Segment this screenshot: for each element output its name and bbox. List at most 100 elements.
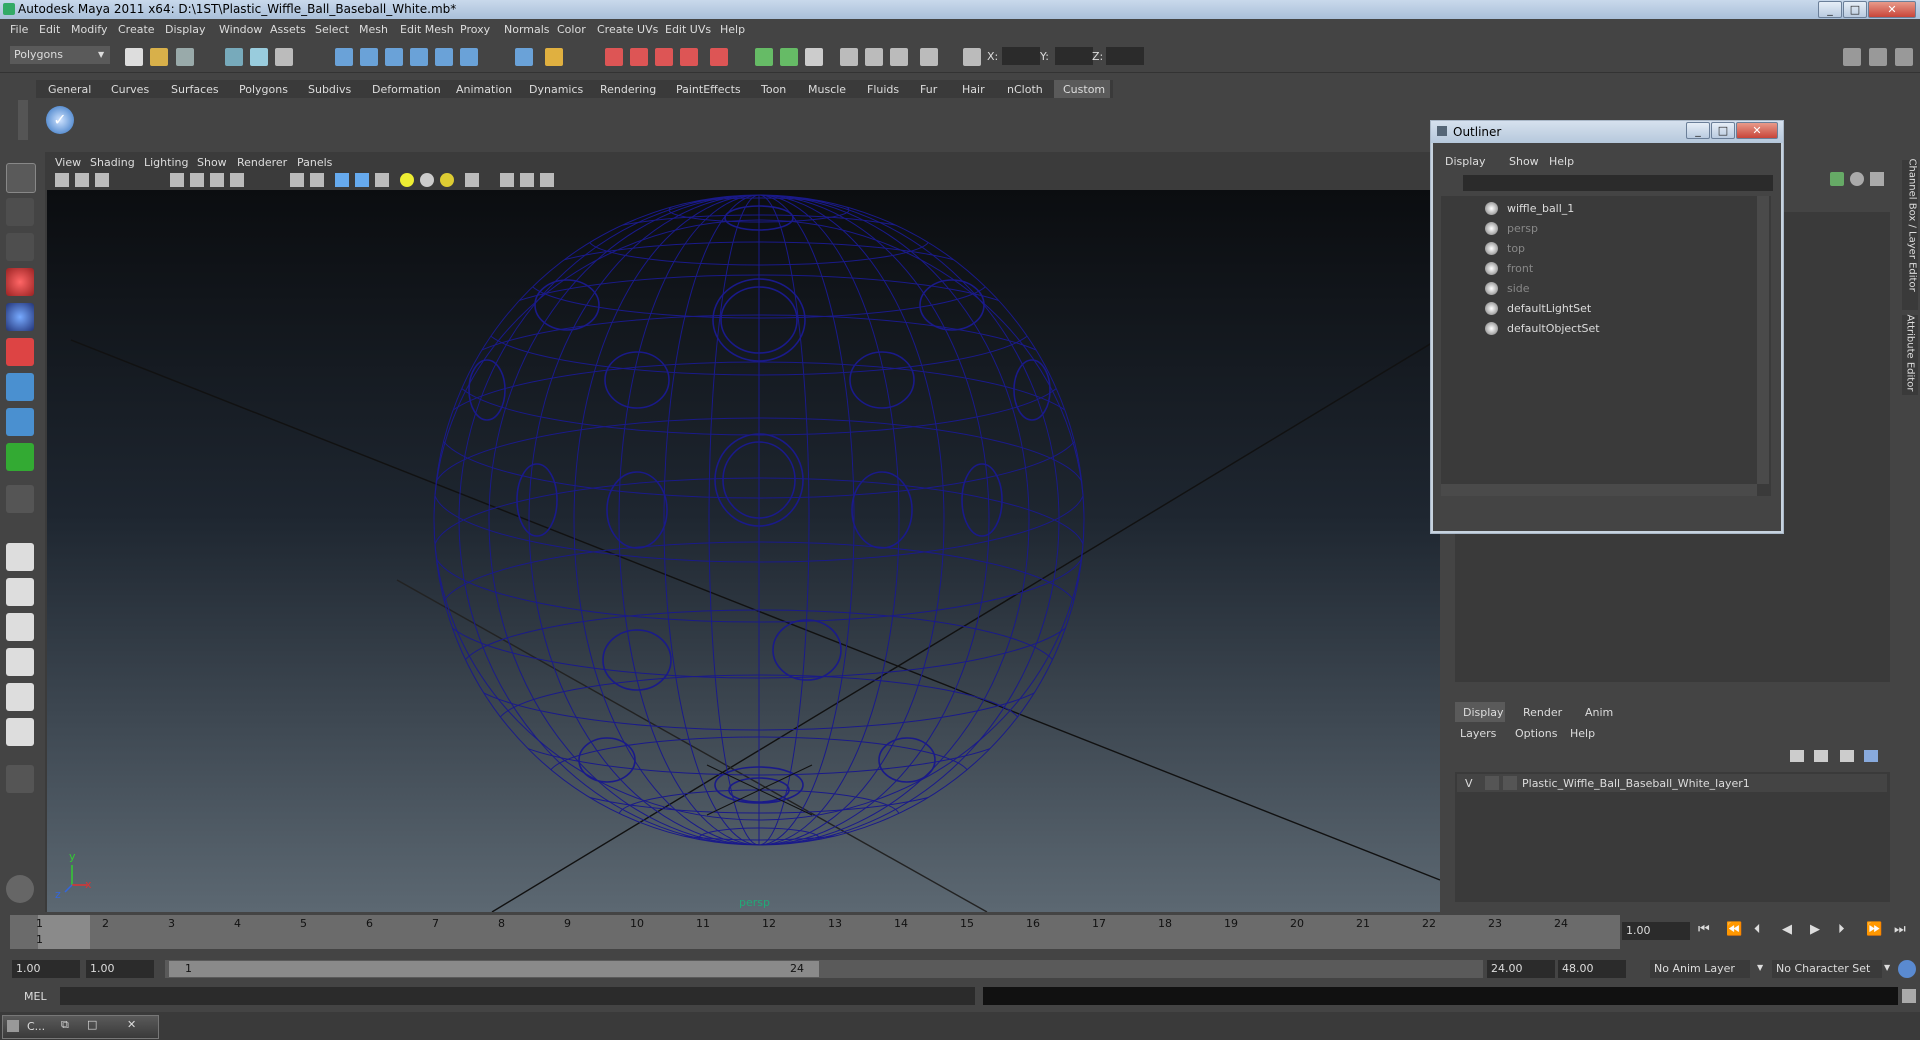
rotate-tool-icon[interactable]	[6, 303, 34, 331]
side-tab-attribute-editor[interactable]: Attribute Editor	[1902, 315, 1918, 395]
new-layer-icon[interactable]	[1790, 750, 1804, 762]
step-forward-key-icon[interactable]: ⏩	[1866, 922, 1882, 937]
shelf-scroll-handle[interactable]	[18, 100, 28, 140]
input-ops-icon[interactable]	[755, 48, 773, 66]
mode-selector[interactable]: Polygons	[10, 46, 110, 64]
menu-create-uvs[interactable]: Create UVs	[597, 23, 658, 36]
menu-normals[interactable]: Normals	[504, 23, 550, 36]
select-camera-icon[interactable]	[465, 173, 479, 187]
select-object-icon[interactable]	[250, 48, 268, 66]
universal-manipulator-icon[interactable]	[6, 373, 34, 401]
menu-edit[interactable]: Edit	[39, 23, 60, 36]
snap-grid-icon[interactable]	[335, 48, 353, 66]
shelf-tab-rendering[interactable]: Rendering	[600, 83, 656, 96]
play-backward-icon[interactable]: ◀	[1782, 922, 1792, 937]
frame-all-icon[interactable]	[500, 173, 514, 187]
camera-attributes-icon[interactable]	[55, 173, 69, 187]
snap-point-icon[interactable]	[385, 48, 403, 66]
shelf-tab-polygons[interactable]: Polygons	[239, 83, 288, 96]
hypergraph-icon[interactable]	[865, 48, 883, 66]
range-slider-handle[interactable]	[169, 961, 819, 977]
outliner-item[interactable]: front	[1507, 262, 1533, 275]
channel-options-icon[interactable]	[1870, 172, 1884, 186]
bookmark-icon[interactable]	[75, 173, 89, 187]
outliner-maximize-button[interactable]: □	[1711, 122, 1735, 139]
outliner-horizontal-scrollbar[interactable]	[1441, 484, 1757, 496]
render-settings-icon[interactable]	[680, 48, 698, 66]
layer-visibility-toggle[interactable]: V	[1465, 777, 1473, 790]
outliner-item[interactable]: top	[1507, 242, 1525, 255]
shelf-tab-dynamics[interactable]: Dynamics	[529, 83, 583, 96]
viewport-canvas[interactable]: y x z persp	[47, 190, 1440, 912]
show-manipulator-icon[interactable]	[6, 443, 34, 471]
maximize-button[interactable]: □	[1843, 1, 1867, 18]
render-frame-icon[interactable]	[630, 48, 648, 66]
four-view-layout-icon[interactable]	[6, 578, 34, 606]
current-frame-marker[interactable]	[38, 915, 90, 949]
layout-options-icon[interactable]	[6, 765, 34, 793]
viewport-menu-renderer[interactable]: Renderer	[237, 156, 287, 169]
tool-settings-toggle-icon[interactable]	[1869, 48, 1887, 66]
y-field[interactable]	[1055, 47, 1093, 65]
anim-layer-dropdown[interactable]: No Anim Layer	[1650, 960, 1750, 978]
layer-color-swatch[interactable]	[1503, 776, 1517, 790]
shelf-tab-deformation[interactable]: Deformation	[372, 83, 441, 96]
menu-create[interactable]: Create	[118, 23, 155, 36]
shelf-tab-muscle[interactable]: Muscle	[808, 83, 846, 96]
layer-tab-render[interactable]: Render	[1523, 706, 1562, 719]
channel-key-icon[interactable]	[1830, 172, 1844, 186]
outliner-menu-help[interactable]: Help	[1549, 155, 1574, 168]
default-lighting-icon[interactable]	[335, 173, 349, 187]
image-plane-icon[interactable]	[95, 173, 109, 187]
outliner-item[interactable]: defaultObjectSet	[1507, 322, 1600, 335]
outliner-filter-input[interactable]	[1463, 175, 1773, 191]
side-tab-channel-box[interactable]: Channel Box / Layer Editor	[1902, 159, 1918, 310]
smooth-shade-icon[interactable]	[190, 173, 204, 187]
shadows-icon[interactable]	[375, 173, 389, 187]
open-scene-icon[interactable]	[150, 48, 168, 66]
outliner-title-bar[interactable]: Outliner _ □ ✕	[1431, 121, 1783, 143]
go-to-end-icon[interactable]: ⏭	[1894, 922, 1906, 937]
menu-edit-mesh[interactable]: Edit Mesh	[400, 23, 454, 36]
character-set-dropdown[interactable]: No Character Set	[1772, 960, 1882, 978]
hypershade-icon[interactable]	[710, 48, 728, 66]
layer-menu-options[interactable]: Options	[1515, 727, 1557, 740]
layer-menu-layers[interactable]: Layers	[1460, 727, 1496, 740]
grid-toggle-icon[interactable]	[210, 173, 224, 187]
shelf-tab-painteffects[interactable]: PaintEffects	[676, 83, 741, 96]
last-tool-icon[interactable]	[6, 485, 34, 513]
time-slider[interactable]: 1 1 2 3 4 5 6 7 8 9 10 11 12 13 14 15 16…	[10, 915, 1620, 949]
layer-row[interactable]: V Plastic_Wiffle_Ball_Baseball_White_lay…	[1457, 774, 1887, 792]
sidebar-toggle-icon[interactable]	[805, 48, 823, 66]
close-button[interactable]: ✕	[1868, 1, 1916, 18]
script-editor-icon[interactable]	[1902, 989, 1916, 1003]
xray-icon[interactable]	[310, 173, 324, 187]
viewport-menu-panels[interactable]: Panels	[297, 156, 332, 169]
move-tool-icon[interactable]	[6, 268, 34, 296]
menu-color[interactable]: Color	[557, 23, 586, 36]
ipr-render-icon[interactable]	[655, 48, 673, 66]
outliner-close-button[interactable]: ✕	[1736, 122, 1778, 139]
shelf-tab-curves[interactable]: Curves	[111, 83, 149, 96]
menu-edit-uvs[interactable]: Edit UVs	[665, 23, 711, 36]
menu-assets[interactable]: Assets	[270, 23, 306, 36]
outliner-menu-show[interactable]: Show	[1509, 155, 1539, 168]
layer-name[interactable]: Plastic_Wiffle_Ball_Baseball_White_layer…	[1522, 777, 1750, 790]
channel-toggle-icon[interactable]	[1850, 172, 1864, 186]
persp-outliner-layout-icon[interactable]	[6, 613, 34, 641]
new-scene-icon[interactable]	[125, 48, 143, 66]
paint-select-icon[interactable]	[6, 233, 34, 261]
single-perspective-layout-icon[interactable]	[6, 543, 34, 571]
menu-help[interactable]: Help	[720, 23, 745, 36]
trax-editor-icon[interactable]	[920, 48, 938, 66]
move-layer-up-icon[interactable]	[1840, 750, 1854, 762]
render-view-icon[interactable]	[605, 48, 623, 66]
select-tool-icon[interactable]	[6, 163, 36, 193]
x-field[interactable]	[1002, 47, 1040, 65]
current-time-field[interactable]: 1.00	[1622, 922, 1690, 940]
step-forward-frame-icon[interactable]: ⏵	[1838, 922, 1845, 937]
layer-playback-toggle[interactable]	[1485, 776, 1499, 790]
play-forward-icon[interactable]: ▶	[1810, 922, 1820, 937]
ambient-occlusion-icon[interactable]	[420, 173, 434, 187]
step-back-frame-icon[interactable]: ⏴	[1754, 922, 1761, 937]
